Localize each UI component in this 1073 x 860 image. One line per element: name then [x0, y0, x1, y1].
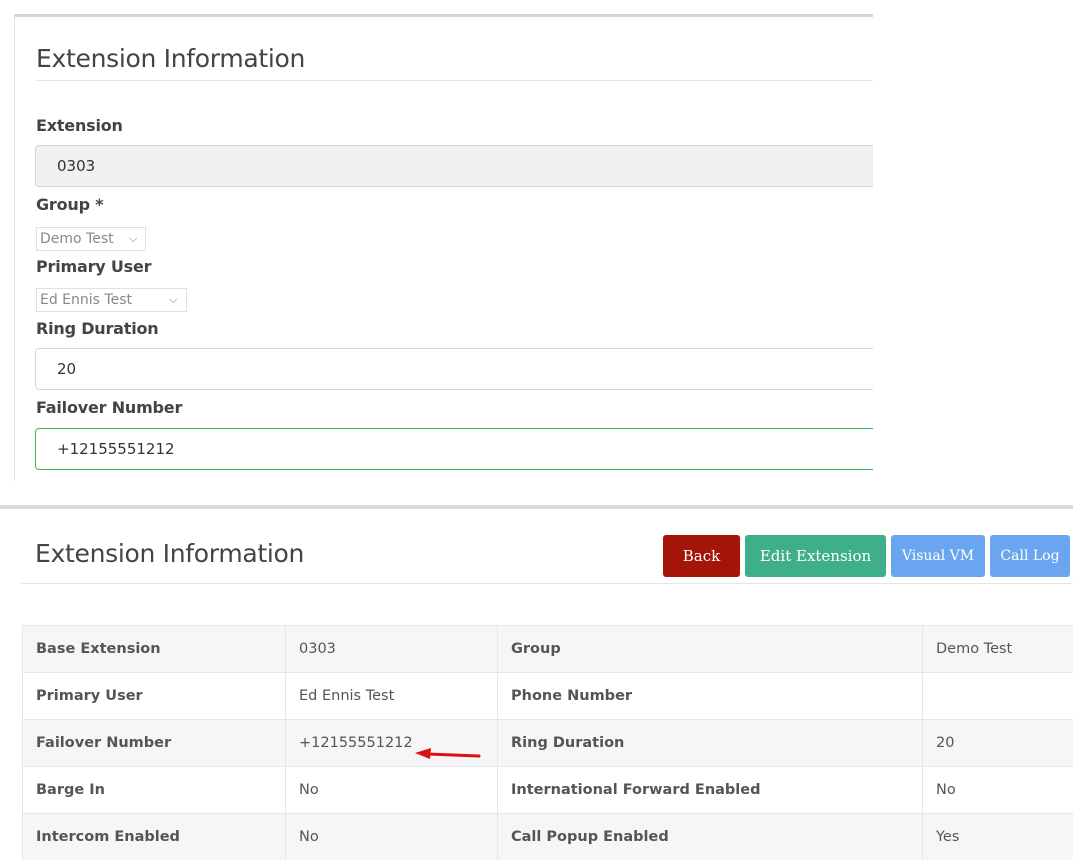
primary-user-select-value: Ed Ennis Test — [40, 292, 132, 308]
row-value: No — [286, 814, 498, 860]
row-value: 0303 — [286, 626, 498, 673]
row-key: Group — [498, 626, 923, 673]
row-value: No — [286, 767, 498, 814]
row-key: Barge In — [23, 767, 286, 814]
extension-details-table: Base Extension 0303 Group Demo Test Prim… — [22, 625, 1073, 860]
call-log-button[interactable]: Call Log — [990, 535, 1070, 577]
row-key: Phone Number — [498, 673, 923, 720]
view-title: Extension Information — [35, 539, 304, 568]
row-key: International Forward Enabled — [498, 767, 923, 814]
edit-extension-panel: Extension Information Extension 0303 Gro… — [14, 14, 873, 481]
failover-number-label: Failover Number — [36, 398, 182, 417]
row-key: Failover Number — [23, 720, 286, 767]
table-row: Primary User Ed Ennis Test Phone Number — [23, 673, 1073, 720]
row-key: Base Extension — [23, 626, 286, 673]
chevron-down-icon: ⌵ — [129, 228, 137, 250]
primary-user-label: Primary User — [36, 257, 151, 276]
row-value — [923, 673, 1073, 720]
view-title-divider — [21, 583, 1073, 584]
row-key: Ring Duration — [498, 720, 923, 767]
row-value: Ed Ennis Test — [286, 673, 498, 720]
table-row: Failover Number +12155551212 Ring Durati… — [23, 720, 1073, 767]
group-select-value: Demo Test — [40, 231, 114, 247]
group-select[interactable]: Demo Test ⌵ — [36, 227, 146, 251]
table-row: Barge In No International Forward Enable… — [23, 767, 1073, 814]
extension-label: Extension — [36, 116, 123, 135]
title-divider — [36, 80, 873, 81]
row-value: 20 — [923, 720, 1073, 767]
chevron-down-icon: ⌵ — [169, 289, 177, 311]
primary-user-select[interactable]: Ed Ennis Test ⌵ — [36, 288, 187, 312]
failover-number-input[interactable]: +12155551212 — [35, 428, 873, 470]
row-value: Yes — [923, 814, 1073, 860]
group-label: Group * — [36, 195, 103, 214]
extension-field: 0303 — [35, 145, 873, 187]
back-button[interactable]: Back — [663, 535, 740, 577]
edit-extension-button[interactable]: Edit Extension — [745, 535, 886, 577]
table-row: Base Extension 0303 Group Demo Test — [23, 626, 1073, 673]
row-value: Demo Test — [923, 626, 1073, 673]
row-key: Primary User — [23, 673, 286, 720]
visual-vm-button[interactable]: Visual VM — [891, 535, 985, 577]
row-key: Intercom Enabled — [23, 814, 286, 860]
table-row: Intercom Enabled No Call Popup Enabled Y… — [23, 814, 1073, 860]
extension-view-panel: Extension Information Back Edit Extensio… — [0, 505, 1073, 860]
row-value: No — [923, 767, 1073, 814]
ring-duration-label: Ring Duration — [36, 319, 159, 338]
panel-title: Extension Information — [36, 44, 305, 73]
red-arrow-annotation — [415, 747, 481, 761]
row-key: Call Popup Enabled — [498, 814, 923, 860]
ring-duration-input[interactable]: 20 — [35, 348, 873, 390]
